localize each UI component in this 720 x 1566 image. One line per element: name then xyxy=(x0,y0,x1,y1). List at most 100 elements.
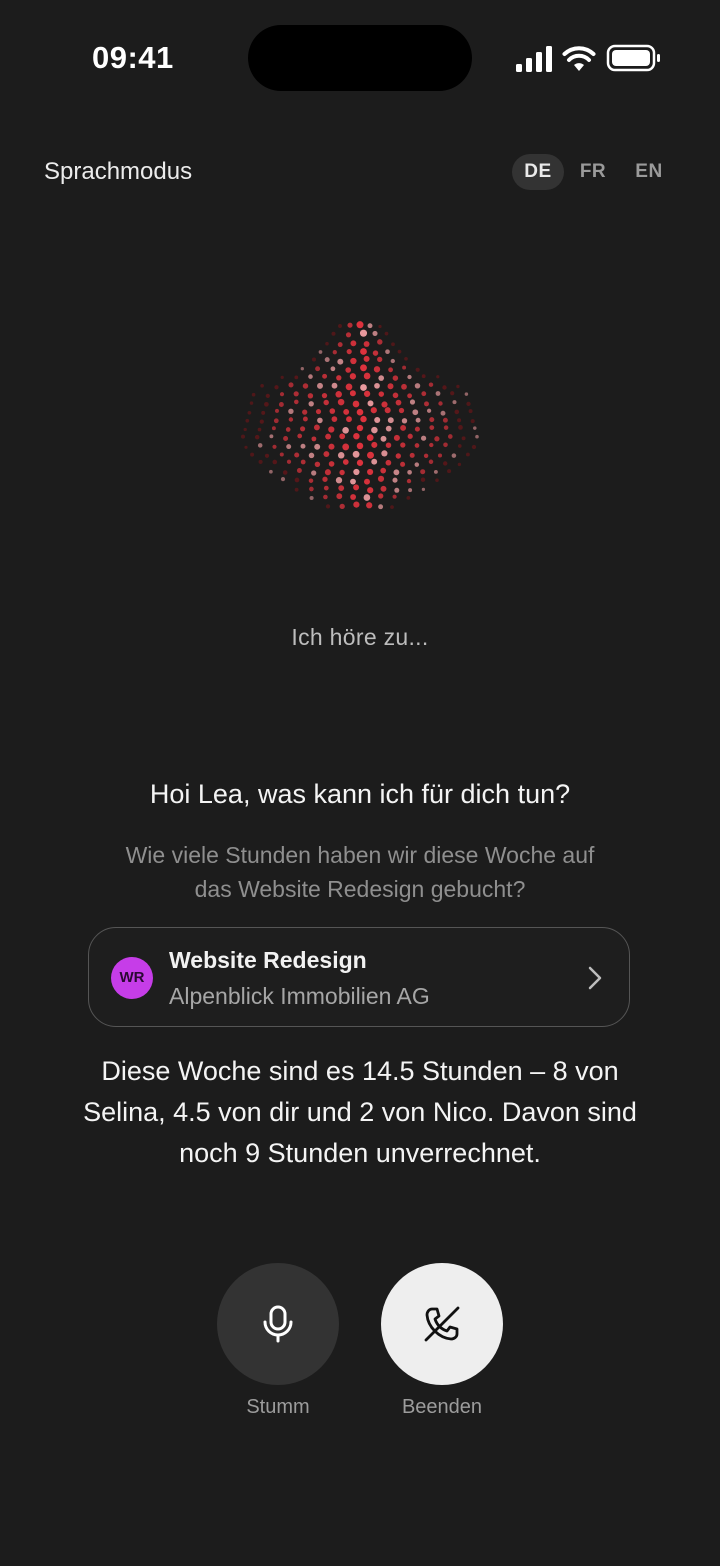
orb-particle xyxy=(385,349,390,355)
language-en-button[interactable]: EN xyxy=(626,154,672,190)
orb-particle xyxy=(328,426,335,433)
project-card[interactable]: WR Website Redesign Alpenblick Immobilie… xyxy=(88,927,630,1027)
orb-particle xyxy=(360,364,367,372)
orb-particle xyxy=(300,426,306,432)
orb-particle xyxy=(260,383,264,388)
orb-particle xyxy=(339,433,346,440)
voice-orb-icon xyxy=(240,321,479,510)
orb-particle xyxy=(414,383,421,389)
orb-particle xyxy=(296,468,302,473)
orb-particle xyxy=(356,321,364,329)
orb-particle xyxy=(325,341,329,346)
orb-particle xyxy=(311,357,317,362)
orb-particle xyxy=(259,419,264,424)
orb-particle xyxy=(421,391,427,397)
orb-particle xyxy=(317,382,323,389)
orb-particle xyxy=(420,435,427,441)
orb-particle xyxy=(412,409,419,416)
orb-particle xyxy=(360,348,367,355)
orb-particle xyxy=(366,502,373,509)
orb-particle xyxy=(275,408,279,413)
orb-particle xyxy=(243,427,247,432)
orb-particle xyxy=(331,416,338,422)
orb-particle xyxy=(264,401,269,407)
orb-particle xyxy=(392,375,399,381)
orb-particle xyxy=(352,450,360,458)
orb-particle xyxy=(421,487,426,492)
orb-particle xyxy=(308,478,314,483)
orb-particle xyxy=(325,504,331,509)
orb-particle xyxy=(409,452,415,458)
orb-particle xyxy=(442,385,447,390)
orb-particle xyxy=(322,476,328,482)
orb-particle xyxy=(371,458,378,465)
orb-particle xyxy=(433,469,438,474)
orb-particle xyxy=(380,467,387,474)
page-title: Sprachmodus xyxy=(44,158,193,185)
orb-particle xyxy=(314,443,321,450)
orb-particle xyxy=(328,443,335,450)
orb-particle xyxy=(302,383,309,389)
language-de-button[interactable]: DE xyxy=(512,154,564,190)
orb-particle xyxy=(261,410,266,415)
orb-particle xyxy=(288,417,294,422)
orb-particle xyxy=(251,392,256,397)
orb-particle xyxy=(300,367,304,371)
orb-particle xyxy=(240,434,246,439)
orb-particle xyxy=(398,407,405,414)
orb-particle xyxy=(323,485,329,491)
orb-particle xyxy=(367,451,374,459)
orb-particle xyxy=(285,427,291,432)
orb-particle xyxy=(421,374,426,379)
orb-particle xyxy=(350,494,357,500)
orb-particle xyxy=(353,468,360,476)
orb-particle xyxy=(414,462,420,467)
orb-particle xyxy=(363,372,371,380)
orb-particle xyxy=(286,444,292,450)
orb-particle xyxy=(249,401,254,405)
orb-particle xyxy=(367,487,374,494)
orb-particle xyxy=(393,469,400,476)
orb-particle xyxy=(342,427,349,434)
orb-particle xyxy=(315,366,321,372)
orb-particle xyxy=(450,391,455,396)
orb-particle xyxy=(392,392,399,399)
orb-particle xyxy=(437,453,443,458)
orb-particle xyxy=(359,329,368,337)
language-fr-button[interactable]: FR xyxy=(570,154,616,190)
orb-particle xyxy=(475,434,479,439)
orb-particle xyxy=(353,484,360,491)
orb-particle xyxy=(311,436,317,442)
status-time: 09:41 xyxy=(92,40,174,75)
orb-particle xyxy=(363,341,370,347)
orb-particle xyxy=(288,408,294,415)
orb-particle xyxy=(381,401,388,408)
orb-particle xyxy=(414,426,420,432)
end-call-button[interactable] xyxy=(381,1263,503,1385)
orb-particle xyxy=(331,331,336,336)
orb-particle xyxy=(465,452,470,457)
orb-particle xyxy=(388,367,393,373)
orb-particle xyxy=(363,390,371,397)
orb-particle xyxy=(414,443,420,448)
cellular-signal-icon xyxy=(516,46,552,72)
orb-particle xyxy=(440,410,446,416)
project-client: Alpenblick Immobilien AG xyxy=(169,983,430,1009)
orb-particle xyxy=(420,469,426,475)
orb-particle xyxy=(380,435,387,442)
orb-particle xyxy=(247,410,252,415)
orb-particle xyxy=(323,451,330,458)
orb-particle xyxy=(391,342,395,347)
orb-particle xyxy=(392,494,397,499)
orb-particle xyxy=(436,375,440,379)
orb-particle xyxy=(454,409,460,415)
orb-particle xyxy=(294,375,299,380)
orb-particle xyxy=(443,425,449,430)
orb-particle xyxy=(407,374,412,380)
orb-particle xyxy=(323,399,329,406)
orb-particle xyxy=(387,383,394,390)
orb-particle xyxy=(345,367,352,373)
orb-particle xyxy=(428,459,434,465)
mute-button[interactable] xyxy=(217,1263,339,1385)
orb-particle xyxy=(415,417,421,423)
